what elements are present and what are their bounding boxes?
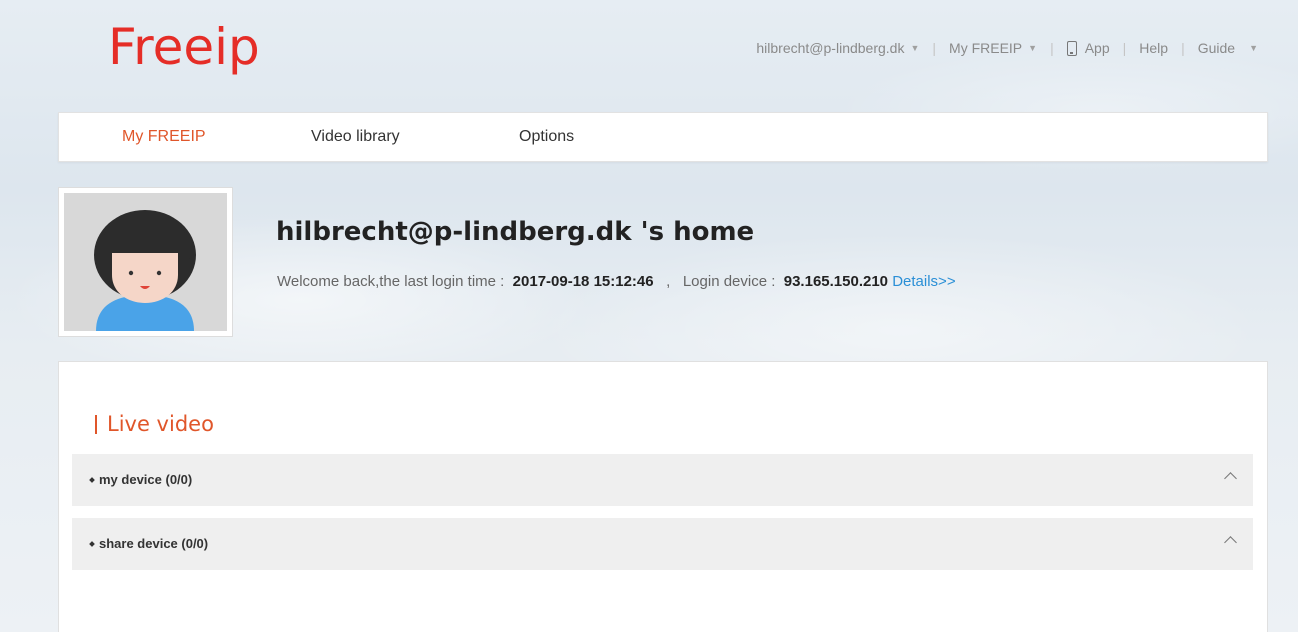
separator: | [1122, 40, 1127, 56]
tab-options[interactable]: Options [519, 128, 574, 146]
top-links-bar: hilbrecht@p-lindberg.dk ▼ | My FREEIP ▼ … [756, 40, 1258, 56]
bullet-icon [89, 476, 95, 483]
caret-down-icon: ▼ [910, 43, 920, 53]
my-device-row[interactable]: my device (0/0) [72, 454, 1253, 506]
guide-menu[interactable]: Guide ▼ [1198, 40, 1258, 56]
caret-down-icon: ▼ [1249, 43, 1258, 53]
avatar[interactable] [58, 187, 233, 337]
tab-video-library[interactable]: Video library [311, 128, 400, 146]
welcome-text: Welcome back,the last login time : [277, 273, 505, 290]
my-device-label: my device (0/0) [89, 472, 193, 487]
separator: | [932, 40, 937, 56]
chevron-up-icon[interactable] [1224, 472, 1237, 485]
section-title: Live video [95, 412, 214, 436]
app-link[interactable]: App [1066, 40, 1110, 56]
chevron-up-icon[interactable] [1224, 536, 1237, 549]
separator: | [1181, 40, 1185, 56]
help-link[interactable]: Help [1139, 40, 1168, 56]
login-device-label: Login device : [682, 273, 776, 290]
section-bar [95, 414, 97, 434]
my-freeip-label: My FREEIP [949, 40, 1023, 56]
caret-down-icon: ▼ [1028, 43, 1038, 53]
details-link[interactable]: Details>> [892, 273, 955, 290]
login-device-ip: 93.165.150.210 [783, 273, 889, 290]
my-freeip-menu[interactable]: My FREEIP ▼ [949, 40, 1037, 56]
my-device-text: my device (0/0) [99, 472, 193, 487]
share-device-row[interactable]: share device (0/0) [72, 518, 1253, 570]
avatar-illustration [64, 193, 227, 331]
page-title: hilbrecht@p-lindberg.dk 's home [276, 217, 755, 247]
account-menu[interactable]: hilbrecht@p-lindberg.dk ▼ [756, 40, 919, 56]
live-video-panel: Live video my device (0/0) share device … [58, 361, 1268, 632]
separator: | [1050, 40, 1054, 56]
live-video-title: Live video [107, 412, 214, 436]
freeip-logo[interactable]: Freeip [108, 18, 260, 76]
login-info: Welcome back,the last login time : 2017-… [277, 273, 956, 290]
main-nav: My FREEIP Video library Options [58, 112, 1268, 162]
account-email: hilbrecht@p-lindberg.dk [756, 40, 905, 56]
tab-my-freeip[interactable]: My FREEIP [122, 128, 206, 146]
bullet-icon [89, 540, 95, 547]
avatar-image [64, 193, 227, 331]
share-device-label: share device (0/0) [89, 536, 209, 551]
share-device-text: share device (0/0) [99, 536, 209, 551]
comma: , [666, 273, 671, 290]
last-login-time: 2017-09-18 15:12:46 [512, 273, 654, 290]
phone-icon [1066, 40, 1077, 56]
guide-label: Guide [1197, 40, 1236, 56]
app-label: App [1084, 40, 1110, 56]
